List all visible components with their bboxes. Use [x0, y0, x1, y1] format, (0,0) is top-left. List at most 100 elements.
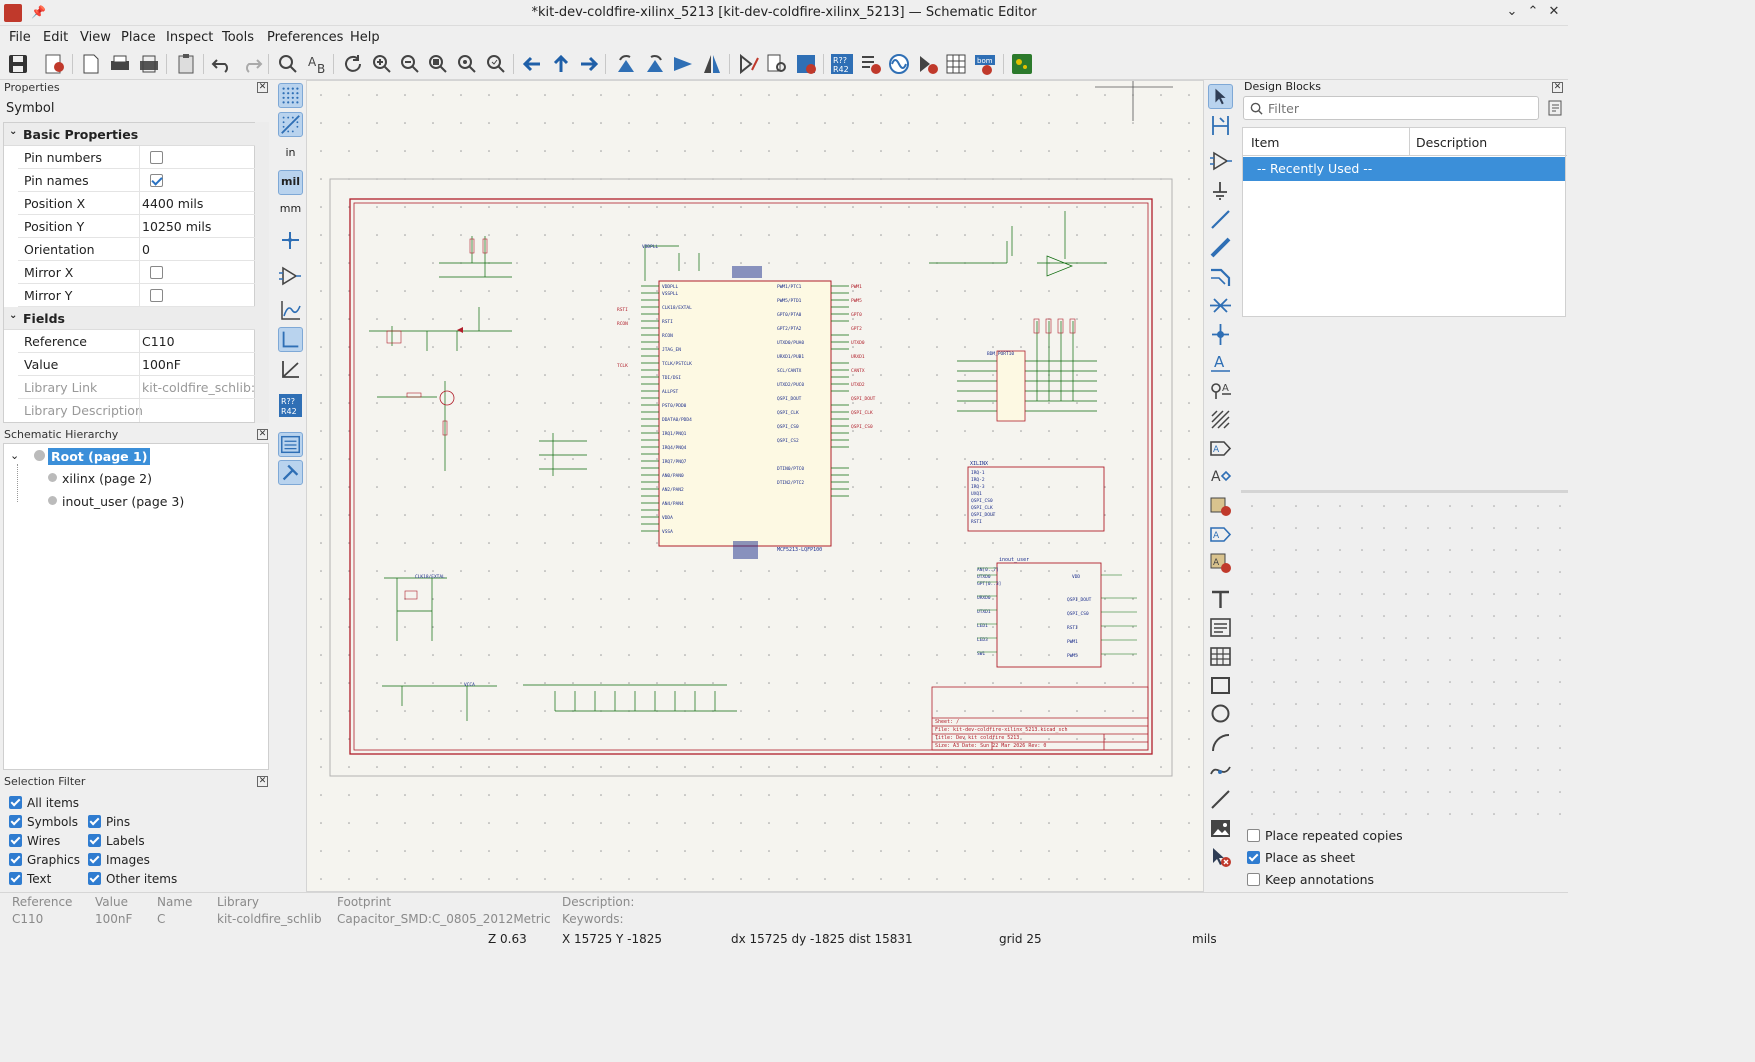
tree-expand-icon[interactable]: ⌄ [10, 449, 19, 462]
field-row[interactable]: Library Description [18, 399, 256, 422]
line-mode-90-icon[interactable] [278, 327, 303, 352]
zoom-objects-icon[interactable] [455, 52, 479, 76]
mirror-x-checkbox[interactable] [150, 266, 163, 279]
hier-label-icon[interactable]: A [1208, 464, 1233, 489]
prop-row[interactable]: Position X 4400 mils [18, 192, 256, 215]
place-as-sheet-checkbox[interactable] [1247, 851, 1260, 864]
print-icon[interactable] [108, 52, 132, 76]
assign-footprints-icon[interactable] [916, 52, 940, 76]
splitter[interactable] [1241, 490, 1568, 493]
schematic-canvas[interactable]: Sheet: / File: kit-dev-coldfire-xilinx_5… [306, 80, 1204, 892]
class-label-icon[interactable]: A [1208, 378, 1233, 403]
navigate-up-icon[interactable] [549, 52, 573, 76]
junction-icon[interactable] [1208, 322, 1233, 347]
prop-row[interactable]: Pin names [18, 169, 256, 192]
maximize-icon[interactable]: ⌃ [1524, 4, 1542, 22]
text-checkbox[interactable] [9, 872, 22, 885]
tree-item-inout-user[interactable]: inout_user (page 3) [62, 494, 184, 509]
add-arc-icon[interactable] [1208, 730, 1233, 755]
update-from-library-icon[interactable] [794, 52, 818, 76]
graphics-checkbox[interactable] [9, 853, 22, 866]
global-label-icon[interactable]: A [1208, 436, 1233, 461]
other-items-checkbox[interactable] [88, 872, 101, 885]
tree-item-xilinx[interactable]: xilinx (page 2) [62, 471, 152, 486]
sort-options-icon[interactable] [1546, 99, 1564, 117]
refresh-icon[interactable] [341, 52, 365, 76]
pcb-editor-icon[interactable] [1010, 52, 1034, 76]
add-wire-icon[interactable] [1208, 207, 1233, 232]
hierarchy-navigator-icon[interactable] [278, 432, 303, 457]
units-inches-button[interactable]: in [278, 142, 303, 167]
add-sheet-icon[interactable] [1208, 493, 1233, 518]
add-symbol-icon[interactable] [1208, 149, 1233, 174]
menu-help[interactable]: Help [350, 30, 380, 45]
zoom-in-icon[interactable] [370, 52, 394, 76]
select-icon[interactable] [1208, 84, 1233, 109]
paste-icon[interactable] [174, 52, 198, 76]
prop-row[interactable]: Mirror X [18, 261, 256, 284]
add-table-icon[interactable] [1208, 644, 1233, 669]
tree-item-root[interactable]: Root (page 1) [48, 448, 151, 465]
local-ratsnest-icon[interactable] [1208, 113, 1233, 138]
field-row[interactable]: Reference C110 [18, 330, 256, 353]
mirror-y-checkbox[interactable] [150, 289, 163, 302]
add-rectangle-icon[interactable] [1208, 673, 1233, 698]
graphic-lines-icon[interactable] [278, 298, 303, 323]
add-line-icon[interactable] [1208, 787, 1233, 812]
bus-entry-icon[interactable] [1208, 264, 1233, 289]
add-textbox-icon[interactable] [1208, 615, 1233, 640]
properties-panel-icon[interactable] [278, 460, 303, 485]
bom-icon[interactable]: bom [973, 52, 997, 76]
all-items-checkbox[interactable] [9, 796, 22, 809]
erc-icon[interactable] [859, 52, 883, 76]
plot-icon[interactable] [137, 52, 161, 76]
menu-view[interactable]: View [80, 30, 111, 45]
zoom-out-icon[interactable] [398, 52, 422, 76]
rotate-ccw-icon[interactable] [614, 52, 638, 76]
units-mils-button[interactable]: mil [278, 170, 303, 195]
design-blocks-close-icon[interactable]: ✕ [1552, 82, 1563, 93]
labels-checkbox[interactable] [88, 834, 101, 847]
hierarchy-close-icon[interactable]: ✕ [257, 429, 268, 440]
symbol-browser-icon[interactable] [765, 52, 789, 76]
symbol-editor-icon[interactable] [737, 52, 761, 76]
mirror-v-icon[interactable] [671, 52, 695, 76]
menu-inspect[interactable]: Inspect [166, 30, 213, 45]
add-text-icon[interactable] [1208, 587, 1233, 612]
keep-annotations-checkbox[interactable] [1247, 873, 1260, 886]
pin-names-checkbox[interactable] [150, 174, 163, 187]
field-row[interactable]: Value 100nF [18, 353, 256, 376]
menu-place[interactable]: Place [121, 30, 156, 45]
undo-icon[interactable] [210, 52, 234, 76]
basic-properties-section[interactable]: ⌄ Basic Properties [4, 123, 256, 146]
add-power-icon[interactable] [1208, 178, 1233, 203]
symbol-fields-table-icon[interactable] [944, 52, 968, 76]
menu-file[interactable]: File [9, 30, 31, 45]
add-circle-icon[interactable] [1208, 701, 1233, 726]
schematic-drawing[interactable]: Sheet: / File: kit-dev-coldfire-xilinx_5… [307, 81, 1204, 892]
rotate-cw-icon[interactable] [643, 52, 667, 76]
grid-icon[interactable] [278, 83, 303, 108]
menu-preferences[interactable]: Preferences [267, 30, 343, 45]
rule-area-icon[interactable] [1208, 407, 1233, 432]
images-checkbox[interactable] [88, 853, 101, 866]
mirror-h-icon[interactable] [700, 52, 724, 76]
net-label-icon[interactable]: A [1208, 350, 1233, 375]
delete-tool-icon[interactable] [1208, 844, 1233, 869]
add-image-icon[interactable] [1208, 816, 1233, 841]
sheet-pin-icon[interactable]: A [1208, 522, 1233, 547]
redo-icon[interactable] [240, 52, 264, 76]
wires-checkbox[interactable] [9, 834, 22, 847]
annotate-icon[interactable]: R??R42 [830, 52, 854, 76]
minimize-icon[interactable]: ⌄ [1503, 4, 1521, 22]
units-mm-button[interactable]: mm [278, 198, 303, 223]
zoom-selection-icon[interactable] [484, 52, 508, 76]
hidden-pins-icon[interactable] [278, 264, 303, 289]
prop-row[interactable]: Position Y 10250 mils [18, 215, 256, 238]
save-icon[interactable] [6, 52, 30, 76]
zoom-fit-icon[interactable] [426, 52, 450, 76]
fields-section[interactable]: ⌄ Fields [4, 307, 256, 330]
annotate-icon[interactable]: R??R42 [278, 393, 303, 418]
schematic-setup-icon[interactable] [43, 52, 67, 76]
symbols-checkbox[interactable] [9, 815, 22, 828]
